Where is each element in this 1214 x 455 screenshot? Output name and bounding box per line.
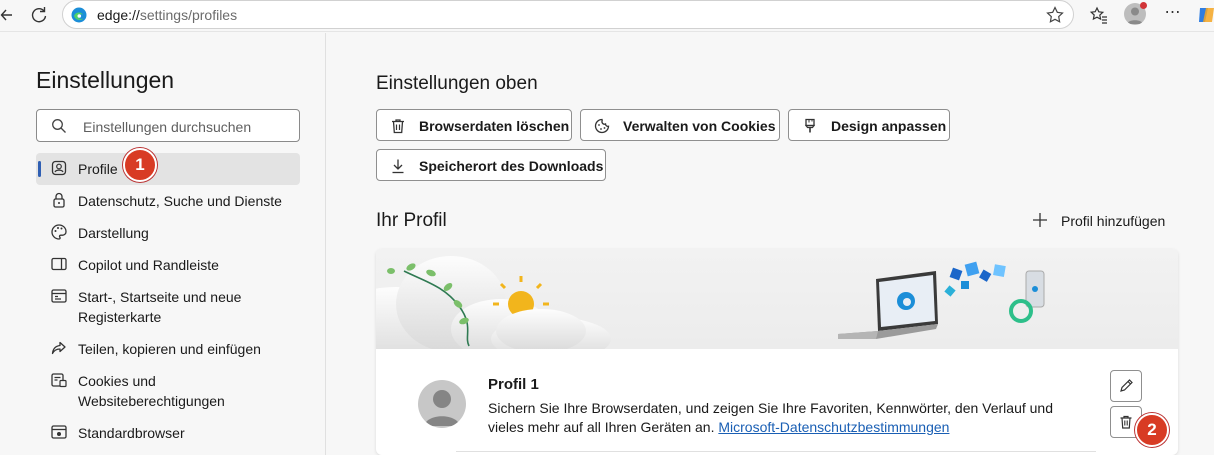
top-settings-title: Einstellungen oben <box>376 73 538 94</box>
customize-design-button[interactable]: Design anpassen <box>788 109 950 141</box>
browser-icon <box>50 423 68 441</box>
profile-icon <box>50 159 68 177</box>
sidebar-item-start-home-newtab[interactable]: Start-, Startseite und neue Registerkart… <box>36 281 300 333</box>
favorite-star-icon[interactable] <box>1045 5 1065 25</box>
clear-browsing-data-button[interactable]: Browserdaten löschen <box>376 109 572 141</box>
sidebar-title: Einstellungen <box>36 67 175 93</box>
sidebar-icon <box>50 255 68 273</box>
reload-icon[interactable] <box>28 4 50 26</box>
sidebar-item-label: Datenschutz, Suche und Dienste <box>78 193 282 209</box>
settings-main: Einstellungen oben Browserdaten löschen … <box>327 33 1214 455</box>
active-indicator <box>38 161 41 177</box>
sidebar-item-label: Profile <box>78 161 118 177</box>
privacy-policy-link[interactable]: Microsoft-Datenschutzbestimmungen <box>718 419 949 435</box>
address-text: edge://settings/profiles <box>97 7 237 23</box>
sidebar-item-copilot-sidebar[interactable]: Copilot und Randleiste <box>36 249 300 281</box>
manage-cookies-button[interactable]: Verwalten von Cookies <box>580 109 780 141</box>
sidebar-item-label: Cookies und Websiteberechtigungen <box>78 373 225 409</box>
brush-icon <box>801 117 819 135</box>
search-placeholder: Einstellungen durchsuchen <box>83 119 252 135</box>
button-label: Verwalten von Cookies <box>623 118 776 134</box>
button-label: Speicherort des Downloads <box>419 158 604 174</box>
profile-description: Sichern Sie Ihre Browserdaten, und zeige… <box>488 399 1088 437</box>
sidebar-item-label: Copilot und Randleiste <box>78 257 219 273</box>
card-divider <box>456 451 1096 452</box>
home-tab-icon <box>50 287 68 305</box>
sidebar-item-label: Standardbrowser <box>78 425 185 441</box>
cookie-icon <box>593 117 611 135</box>
sidebar-item-appearance[interactable]: Darstellung <box>36 217 300 249</box>
download-location-button[interactable]: Speicherort des Downloads <box>376 149 606 181</box>
pencil-icon <box>1120 379 1133 392</box>
search-icon <box>51 118 67 134</box>
download-icon <box>389 157 407 175</box>
annotation-badge-2: 2 <box>1135 413 1169 447</box>
notification-dot <box>1140 2 1147 9</box>
button-label: Design anpassen <box>831 118 947 134</box>
your-profile-heading: Ihr Profil <box>376 210 447 231</box>
plus-icon <box>1031 211 1049 229</box>
settings-search-input[interactable]: Einstellungen durchsuchen <box>36 109 300 142</box>
sidebar-item-label: Darstellung <box>78 225 149 241</box>
trash-icon <box>1120 415 1132 429</box>
edit-profile-button[interactable] <box>1110 370 1142 402</box>
annotation-badge-1: 1 <box>123 148 157 182</box>
settings-sidebar: Einstellungen Einstellungen durchsuchen … <box>0 33 326 455</box>
sidebar-item-default-browser[interactable]: Standardbrowser <box>36 417 300 449</box>
profile-card: Profil 1 Sichern Sie Ihre Browserdaten, … <box>376 249 1178 455</box>
share-icon <box>50 339 68 357</box>
trash-icon <box>389 117 407 135</box>
edge-logo-icon <box>71 7 87 23</box>
palette-icon <box>50 223 68 241</box>
more-options-icon[interactable]: ⋯ <box>1162 3 1184 25</box>
cookie-permissions-icon <box>50 371 68 389</box>
sidebar-item-label: Start-, Startseite und neue Registerkart… <box>78 289 242 325</box>
browser-toolbar: edge://settings/profiles ⋯ <box>0 0 1214 32</box>
phone-illustration <box>1009 270 1045 323</box>
address-host: edge:// <box>97 7 140 23</box>
add-profile-label: Profil hinzufügen <box>1061 213 1166 229</box>
copilot-icon[interactable] <box>1196 4 1214 26</box>
sidebar-item-profile[interactable]: Profile <box>36 153 300 185</box>
profile-banner-illustration <box>376 249 1178 349</box>
favorites-icon[interactable] <box>1089 5 1109 25</box>
back-icon[interactable] <box>0 6 14 24</box>
profile-name: Profil 1 <box>488 376 539 393</box>
lock-icon <box>50 191 68 209</box>
button-label: Browserdaten löschen <box>419 118 570 134</box>
laptop-illustration <box>838 271 938 339</box>
address-path: settings/profiles <box>139 7 238 23</box>
sidebar-item-share-copy-paste[interactable]: Teilen, kopieren und einfügen <box>36 333 300 365</box>
profile-avatar <box>418 380 466 428</box>
sidebar-item-cookies-permissions[interactable]: Cookies und Websiteberechtigungen <box>36 365 300 417</box>
address-bar[interactable]: edge://settings/profiles <box>62 0 1074 29</box>
sidebar-item-label: Teilen, kopieren und einfügen <box>78 341 261 357</box>
sidebar-item-privacy[interactable]: Datenschutz, Suche und Dienste <box>36 185 300 217</box>
